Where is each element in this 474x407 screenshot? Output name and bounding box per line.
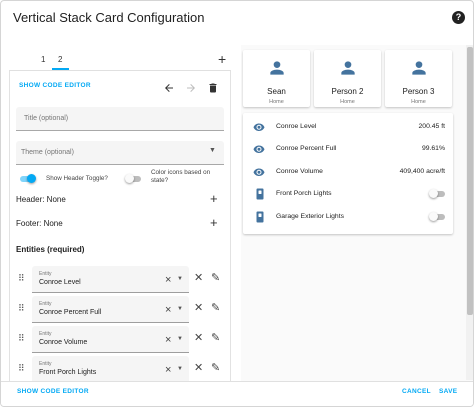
entity-field-label: Entity [39,361,52,367]
clear-icon[interactable]: × [165,364,171,376]
tab-1[interactable]: 1 [41,55,45,64]
tab-2[interactable]: 2 [58,55,62,64]
add-tab-icon[interactable]: + [218,51,226,67]
cancel-button[interactable]: CANCEL [402,388,431,395]
color-icons-label-line1: Color icons based on [151,169,211,176]
switch-icon [255,187,265,200]
entity-name[interactable]: Conroe Level [276,123,316,130]
save-button[interactable]: SAVE [439,388,457,395]
entity-toggle[interactable] [428,188,446,200]
person-badge[interactable]: Person 3 Home [385,50,452,107]
entity-state: 409,400 acre/ft [399,168,445,175]
entity-toggle[interactable] [428,211,446,223]
color-icons-toggle[interactable] [124,173,142,185]
entity-field-label: Entity [39,271,52,277]
person-name: Sean [267,87,286,96]
dropdown-arrow-icon[interactable]: ▼ [177,366,183,372]
entity-value: Front Porch Lights [39,369,97,376]
clear-icon[interactable]: × [165,334,171,346]
entity-name[interactable]: Front Porch Lights [276,190,332,197]
entity-name[interactable]: Garage Exterior Lights [276,213,344,220]
entity-row: ⠿ Entity Conroe Percent Full × ▼ ✕ ✎ [10,296,230,326]
clear-icon[interactable]: × [165,274,171,286]
theme-select[interactable]: Theme (optional) ▼ [16,141,224,165]
account-icon [338,58,358,83]
person-state: Home [340,99,355,105]
eye-icon [253,165,265,177]
account-icon [409,58,429,83]
remove-entity-icon[interactable]: ✕ [194,332,203,344]
footer-label: Footer: None [16,219,63,228]
edit-entity-icon[interactable]: ✎ [211,302,220,314]
add-footer-icon[interactable]: + [210,215,218,230]
edit-entity-icon[interactable]: ✎ [211,362,220,374]
dialog-footer: SHOW CODE EDITOR CANCEL SAVE [1,381,473,406]
show-code-editor-link[interactable]: SHOW CODE EDITOR [19,82,91,89]
eye-icon [253,120,265,132]
account-icon [267,58,287,83]
entity-row: ⠿ Entity Front Porch Lights × ▼ ✕ ✎ [10,356,230,383]
entity-picker[interactable]: Entity Conroe Volume × ▼ [32,326,189,353]
edit-entity-icon[interactable]: ✎ [211,332,220,344]
scrollbar-thumb[interactable] [467,47,473,315]
title-placeholder: Title (optional) [24,115,69,122]
entity-picker[interactable]: Entity Front Porch Lights × ▼ [32,356,189,383]
dropdown-arrow-icon[interactable]: ▼ [177,336,183,342]
color-icons-label-line2: state? [151,177,169,184]
card-preview: Sean Home Person 2 Home Person 3 Home Co… [241,45,473,385]
entity-picker[interactable]: Entity Conroe Percent Full × ▼ [32,296,189,323]
edit-entity-icon[interactable]: ✎ [211,272,220,284]
move-right-icon[interactable] [185,81,197,99]
dropdown-arrow-icon[interactable]: ▼ [177,276,183,282]
switch-icon [255,210,265,223]
footer-show-code-editor-button[interactable]: SHOW CODE EDITOR [17,388,89,395]
entity-field-label: Entity [39,331,52,337]
entity-state: 99.61% [421,145,445,152]
color-icons-label: Color icons based on state? [151,169,210,185]
entity-value: Conroe Percent Full [39,309,102,316]
eye-icon [253,142,265,154]
drag-handle-icon[interactable]: ⠿ [18,273,25,284]
entity-picker[interactable]: Entity Conroe Level × ▼ [32,266,189,293]
entity-name[interactable]: Conroe Volume [276,168,323,175]
help-icon[interactable]: ? [452,11,465,24]
show-header-toggle[interactable] [18,173,36,185]
clear-icon[interactable]: × [165,304,171,316]
card-editor-panel: SHOW CODE EDITOR Title (optional) Theme … [9,71,231,383]
remove-entity-icon[interactable]: ✕ [194,362,203,374]
entity-value: Conroe Level [39,279,81,286]
title-input[interactable]: Title (optional) [16,107,224,131]
person-state: Home [411,99,426,105]
entity-field-label: Entity [39,301,52,307]
dropdown-arrow-icon: ▼ [209,147,216,154]
drag-handle-icon[interactable]: ⠿ [18,333,25,344]
entity-row: ⠿ Entity Conroe Volume × ▼ ✕ ✎ [10,326,230,356]
person-name: Person 3 [402,87,435,96]
person-badge[interactable]: Sean Home [243,50,310,107]
remove-entity-icon[interactable]: ✕ [194,302,203,314]
entity-name[interactable]: Conroe Percent Full [276,145,336,152]
person-state: Home [269,99,284,105]
move-left-icon[interactable] [163,81,175,99]
dialog-title: Vertical Stack Card Configuration [13,10,205,25]
drag-handle-icon[interactable]: ⠿ [18,363,25,374]
entities-heading: Entities (required) [16,245,85,254]
dropdown-arrow-icon[interactable]: ▼ [177,306,183,312]
drag-handle-icon[interactable]: ⠿ [18,303,25,314]
person-name: Person 2 [331,87,364,96]
theme-placeholder: Theme (optional) [21,149,74,156]
person-badge[interactable]: Person 2 Home [314,50,381,107]
show-header-toggle-label: Show Header Toggle? [46,175,108,182]
entity-value: Conroe Volume [39,339,88,346]
remove-entity-icon[interactable]: ✕ [194,272,203,284]
entities-card: Conroe Level 200.45 ft Conroe Percent Fu… [243,113,453,234]
entity-state: 200.45 ft [418,123,445,130]
add-header-icon[interactable]: + [210,191,218,206]
card-config-dialog: Vertical Stack Card Configuration ? 1 2 … [0,0,474,407]
header-label: Header: None [16,195,66,204]
delete-card-icon[interactable] [207,81,219,99]
entity-row: ⠿ Entity Conroe Level × ▼ ✕ ✎ [10,266,230,296]
